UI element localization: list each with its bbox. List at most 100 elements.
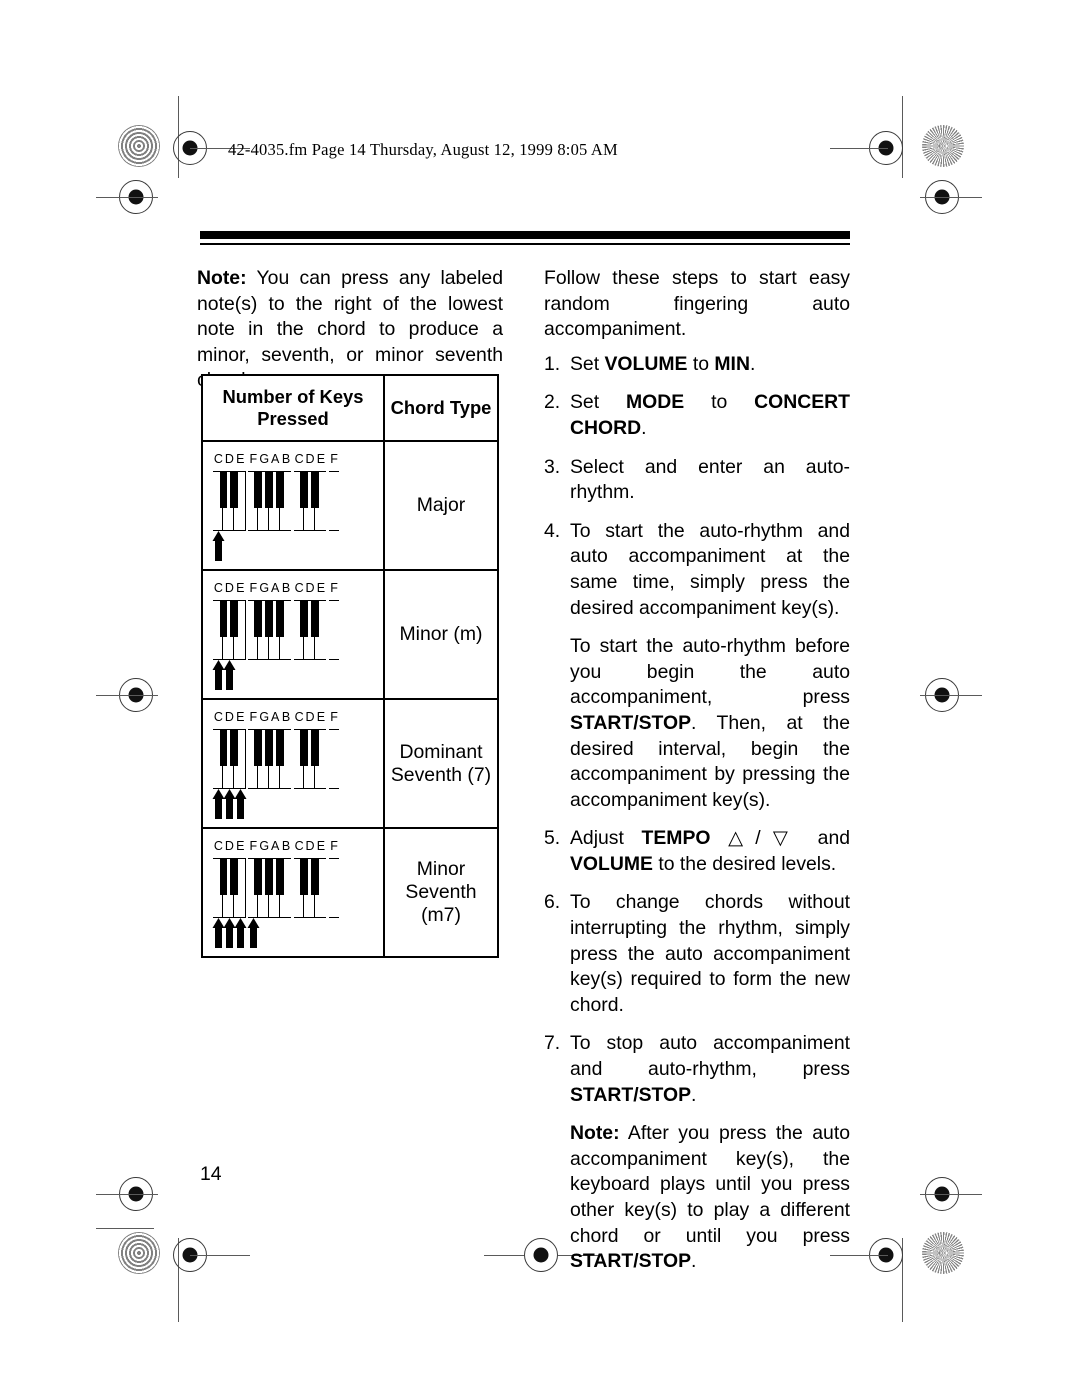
header-cell-chord-type: Chord Type: [390, 397, 492, 418]
pressed-key-arrows: [212, 789, 373, 819]
chord-type-line: Minor: [416, 858, 466, 880]
crop-line-right-upper: [920, 197, 982, 198]
body-text: △/▽ and: [710, 827, 851, 850]
note-label: E: [236, 581, 245, 595]
note-label: D: [305, 710, 315, 724]
black-key: [219, 472, 228, 508]
chord-type-cell-dominant-seventh: Dominant Seventh (7): [385, 700, 497, 827]
key-group: [247, 600, 292, 660]
key-group: [328, 600, 340, 660]
note-label-strip: CDEFGABCDEF: [213, 452, 373, 469]
black-key: [219, 601, 228, 637]
emphasis-text: Note:: [570, 1122, 620, 1145]
note-label: E: [316, 452, 326, 466]
arrow-shaft: [214, 668, 222, 690]
emphasis-text: TEMPO: [641, 827, 711, 850]
note-label: E: [316, 710, 326, 724]
note-label: E: [316, 581, 326, 595]
keyboard-diagram-cell-dominant-seventh: CDEFGABCDEF: [203, 700, 385, 827]
crop-line-vertical-top-right: [902, 96, 903, 178]
keyboard-diagram-cell-major: CDEFGABCDEF: [203, 442, 385, 569]
final-note-paragraph: Note: After you press the auto accompani…: [570, 1121, 850, 1275]
note-label: C: [213, 839, 223, 853]
key-group: [328, 858, 340, 918]
body-text: to: [684, 391, 755, 414]
note-label: E: [236, 710, 245, 724]
chord-type-line: Seventh (7): [390, 763, 492, 786]
keyboard-diagram: CDEFGABCDEF: [203, 700, 383, 827]
note-label: F: [249, 581, 258, 595]
note-label: D: [224, 839, 234, 853]
arrow-shaft: [225, 926, 233, 948]
note-label: Note:: [197, 267, 247, 289]
step-item: 4. To start the auto-rhythm and auto acco…: [544, 519, 850, 621]
chord-type-cell-major: Major: [416, 494, 466, 516]
black-key: [219, 730, 228, 766]
pressed-key-arrow: [234, 918, 247, 948]
steps-list: 1. Set VOLUME to MIN. 2. Set MODE to CONCER…: [544, 352, 850, 1275]
key-group: [212, 600, 246, 660]
body-text: To start the auto-rhythm and auto accomp…: [570, 519, 850, 619]
note-label: A: [270, 839, 280, 853]
registration-rosette-top-right: [922, 125, 964, 167]
chord-type-line: Seventh: [405, 881, 477, 903]
body-text: Set: [570, 391, 626, 414]
pressed-key-arrow: [247, 918, 260, 948]
header-rule-thick: [200, 231, 850, 239]
note-label: G: [259, 710, 270, 724]
note-label: F: [330, 839, 338, 853]
crop-line-left-lower: [96, 1194, 158, 1195]
black-key: [300, 472, 308, 508]
black-key: [254, 859, 262, 895]
black-key: [265, 601, 273, 637]
note-label: B: [281, 452, 291, 466]
arrow-shaft: [225, 668, 233, 690]
key-group: [212, 858, 246, 918]
step-item: 5. Adjust TEMPO △/▽ and VOLUME to the des…: [544, 826, 850, 877]
body-text: To start the auto-rhythm before you begi…: [570, 635, 850, 709]
body-text: to the desired levels.: [652, 852, 837, 875]
note-label: A: [270, 452, 280, 466]
table-row: CDEFGABCDEF Minor Seventh (m7): [203, 829, 497, 956]
step-item: 2. Set MODE to CONCERT CHORD.: [544, 390, 850, 441]
crop-line-left-upper: [96, 197, 158, 198]
white-key: [328, 472, 339, 530]
body-text: Set: [570, 352, 605, 375]
crop-line-right-middle: [920, 695, 982, 696]
piano-keyboard: [212, 600, 373, 660]
pressed-key-arrows: [212, 918, 373, 948]
body-text: to: [687, 352, 715, 375]
note-label-strip: CDEFGABCDEF: [213, 710, 373, 727]
black-key: [311, 859, 319, 895]
note-label: D: [305, 452, 315, 466]
crop-line-bottom-left-horizontal: [96, 1228, 154, 1229]
note-label: F: [330, 452, 338, 466]
emphasis-text: START/STOP: [570, 1083, 692, 1106]
black-key: [300, 730, 308, 766]
arrow-shaft: [214, 797, 222, 819]
registration-rosette-top-left: [118, 125, 160, 167]
step-text: Set VOLUME to MIN.: [570, 352, 850, 378]
note-label: E: [316, 839, 326, 853]
note-label: D: [224, 710, 234, 724]
chord-type-line: (m7): [421, 904, 461, 926]
arrow-shaft: [236, 926, 244, 948]
key-group: [247, 729, 292, 789]
black-key: [230, 859, 238, 895]
note-label: C: [294, 581, 304, 595]
white-key: [328, 859, 339, 917]
arrow-shaft: [236, 797, 244, 819]
key-group: [328, 471, 340, 531]
note-label: C: [213, 581, 223, 595]
step-number: 7.: [544, 1032, 561, 1055]
note-label: C: [213, 452, 223, 466]
chord-type-cell-minor: Minor (m): [399, 623, 483, 645]
body-text: To change chords without interrupting th…: [570, 891, 850, 1016]
emphasis-text: VOLUME: [604, 352, 688, 375]
piano-keyboard: [212, 858, 373, 918]
registration-rosette-bottom-left: [118, 1232, 160, 1274]
step-text: Select and enter an auto-rhythm.: [570, 455, 850, 506]
note-label: F: [249, 839, 258, 853]
table-header-row: Number of Keys Pressed Chord Type: [203, 376, 497, 442]
table-row: CDEFGABCDEF Minor (m): [203, 571, 497, 700]
